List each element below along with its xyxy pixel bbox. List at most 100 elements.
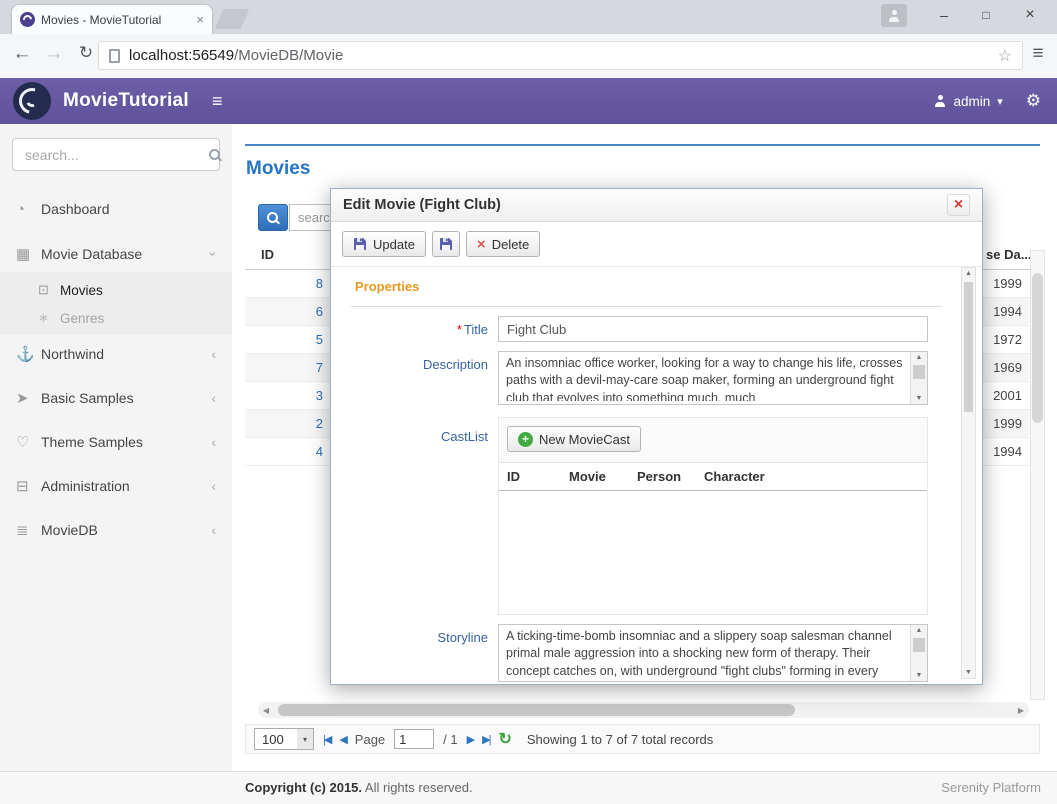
dialog-scrollbar[interactable]: ▲ ▼	[961, 267, 976, 679]
chevron-left-icon: ‹	[211, 390, 216, 406]
title-divider	[245, 144, 1040, 146]
cast-column-id[interactable]: ID	[507, 469, 520, 484]
reload-button[interactable]: ↻	[72, 43, 100, 63]
sidebar-item-dashboard[interactable]: ◔ Dashboard	[0, 192, 232, 226]
row-id: 6	[245, 304, 323, 319]
storyline-textarea[interactable]: A ticking-time-bomb insomniac and a slip…	[498, 624, 928, 682]
cast-column-person[interactable]: Person	[637, 469, 681, 484]
scroll-left-icon[interactable]: ◀	[258, 706, 274, 715]
window-close-button[interactable]: ×	[1009, 0, 1051, 30]
sidebar-item-moviedb[interactable]: ≣ MovieDB ‹	[0, 513, 232, 547]
scroll-down-icon[interactable]: ▼	[962, 669, 975, 676]
search-icon	[266, 211, 280, 225]
sidebar-item-label: MovieDB	[41, 522, 98, 538]
save-disk-icon	[439, 237, 453, 251]
browser-window: Movies - MovieTutorial × – □ × ← → ↻ loc…	[0, 0, 1057, 804]
tab-close-icon[interactable]: ×	[196, 13, 204, 26]
pager-first-button[interactable]: |◀	[323, 733, 330, 746]
grid-search-button[interactable]	[258, 204, 288, 231]
update-button[interactable]: Update	[342, 231, 426, 257]
page-count: / 1	[443, 732, 457, 747]
tab-properties[interactable]: Properties	[355, 279, 419, 294]
scrollbar-thumb[interactable]	[278, 704, 795, 716]
copyright-text: Copyright (c) 2015. All rights reserved.	[245, 780, 473, 795]
page-size-select[interactable]: 100 ▾	[254, 728, 314, 750]
textarea-scrollbar[interactable]: ▲ ▼	[910, 625, 927, 681]
grid-horizontal-scrollbar[interactable]: ◀ ▶	[258, 702, 1029, 718]
browser-menu-icon[interactable]: ≡	[1025, 43, 1051, 65]
row-id: 5	[245, 332, 323, 347]
window-minimize-button[interactable]: –	[923, 0, 965, 30]
sidebar-item-label: Northwind	[41, 346, 104, 362]
sidebar-toggle-icon[interactable]: ≡	[212, 91, 223, 112]
storyline-field-label: Storyline	[331, 630, 488, 645]
window-maximize-button[interactable]: □	[965, 0, 1007, 30]
pager-prev-button[interactable]: ◀	[339, 733, 345, 746]
sidebar-item-basic-samples[interactable]: ➤ Basic Samples ‹	[0, 381, 232, 415]
user-person-icon	[934, 95, 946, 107]
browser-profile-button[interactable]	[881, 4, 907, 27]
pager-next-button[interactable]: ▶	[467, 733, 473, 746]
brand-title: MovieTutorial	[63, 90, 189, 112]
scroll-right-icon[interactable]: ▶	[1013, 706, 1029, 715]
sidebar-item-movie-database[interactable]: ▦ Movie Database ›	[0, 237, 232, 271]
cast-column-character[interactable]: Character	[704, 469, 765, 484]
save-and-close-button[interactable]	[432, 231, 460, 257]
update-button-label: Update	[373, 237, 415, 252]
sidebar: ◔ Dashboard ▦ Movie Database › ⊡ Movies …	[0, 124, 233, 772]
column-header-release-date[interactable]: se Da...	[986, 247, 1032, 262]
scrollbar-thumb[interactable]	[964, 282, 973, 412]
scroll-up-icon[interactable]: ▲	[911, 354, 927, 361]
textarea-scrollbar[interactable]: ▲ ▼	[910, 352, 927, 404]
app-logo-icon	[13, 82, 51, 120]
chevron-left-icon: ‹	[211, 346, 216, 362]
grid-pager: 100 ▾ |◀ ◀ Page / 1 ▶ ▶| ↻ Showing 1 to …	[245, 724, 1040, 754]
settings-gear-icon[interactable]: ⚙	[1026, 91, 1041, 111]
sidebar-item-northwind[interactable]: ⚓ Northwind ‹	[0, 337, 232, 371]
scroll-up-icon[interactable]: ▲	[962, 270, 975, 277]
description-textarea[interactable]: An insomniac office worker, looking for …	[498, 351, 928, 405]
delete-button[interactable]: × Delete	[466, 231, 540, 257]
sidebar-item-genres[interactable]: ∗ Genres	[0, 304, 232, 332]
sidebar-item-movies[interactable]: ⊡ Movies	[0, 276, 232, 304]
scroll-down-icon[interactable]: ▼	[911, 395, 927, 402]
new-moviecast-button[interactable]: + New MovieCast	[507, 426, 641, 452]
sidebar-item-theme-samples[interactable]: ♡ Theme Samples ‹	[0, 425, 232, 459]
back-button[interactable]: ←	[8, 43, 36, 65]
scroll-down-icon[interactable]: ▼	[911, 672, 927, 679]
bookmark-star-icon[interactable]: ☆	[998, 46, 1012, 66]
sidebar-search-icon	[208, 148, 209, 162]
grid-vertical-scrollbar[interactable]	[1030, 250, 1045, 700]
pager-last-button[interactable]: ▶|	[482, 733, 489, 746]
user-menu[interactable]: admin	[953, 94, 990, 109]
title-input[interactable]	[498, 316, 928, 342]
delete-x-icon: ×	[477, 237, 486, 252]
forward-button[interactable]: →	[40, 43, 68, 65]
column-header-id[interactable]: ID	[261, 247, 274, 262]
scrollbar-thumb[interactable]	[913, 365, 925, 379]
movies-icon: ⊡	[38, 282, 60, 298]
castlist-grid: ID Movie Person Character	[499, 462, 927, 614]
scrollbar-thumb[interactable]	[913, 638, 925, 652]
chevron-left-icon: ‹	[211, 522, 216, 538]
sidebar-item-label: Administration	[41, 478, 130, 494]
browser-tab[interactable]: Movies - MovieTutorial ×	[12, 5, 212, 34]
sidebar-search-input[interactable]	[23, 146, 208, 164]
pager-refresh-icon[interactable]: ↻	[498, 729, 511, 749]
sidebar-item-administration[interactable]: ⊟ Administration ‹	[0, 469, 232, 503]
sidebar-search-box[interactable]	[12, 138, 220, 171]
dialog-close-icon[interactable]: ×	[947, 194, 970, 216]
dialog-titlebar[interactable]: Edit Movie (Fight Club) ×	[331, 189, 982, 222]
profile-person-icon	[888, 10, 900, 22]
new-tab-button[interactable]	[215, 9, 250, 29]
sidebar-item-label: Basic Samples	[41, 390, 134, 406]
page-footer: Copyright (c) 2015. All rights reserved.…	[0, 771, 1057, 804]
tab-title: Movies - MovieTutorial	[41, 13, 190, 27]
address-bar[interactable]: localhost:56549/MovieDB/Movie ☆	[98, 41, 1023, 70]
scrollbar-thumb[interactable]	[1032, 273, 1043, 423]
cast-column-movie[interactable]: Movie	[569, 469, 606, 484]
row-id: 7	[245, 360, 323, 375]
page-number-input[interactable]	[394, 729, 434, 749]
required-mark: *	[457, 322, 462, 337]
scroll-up-icon[interactable]: ▲	[911, 627, 927, 634]
